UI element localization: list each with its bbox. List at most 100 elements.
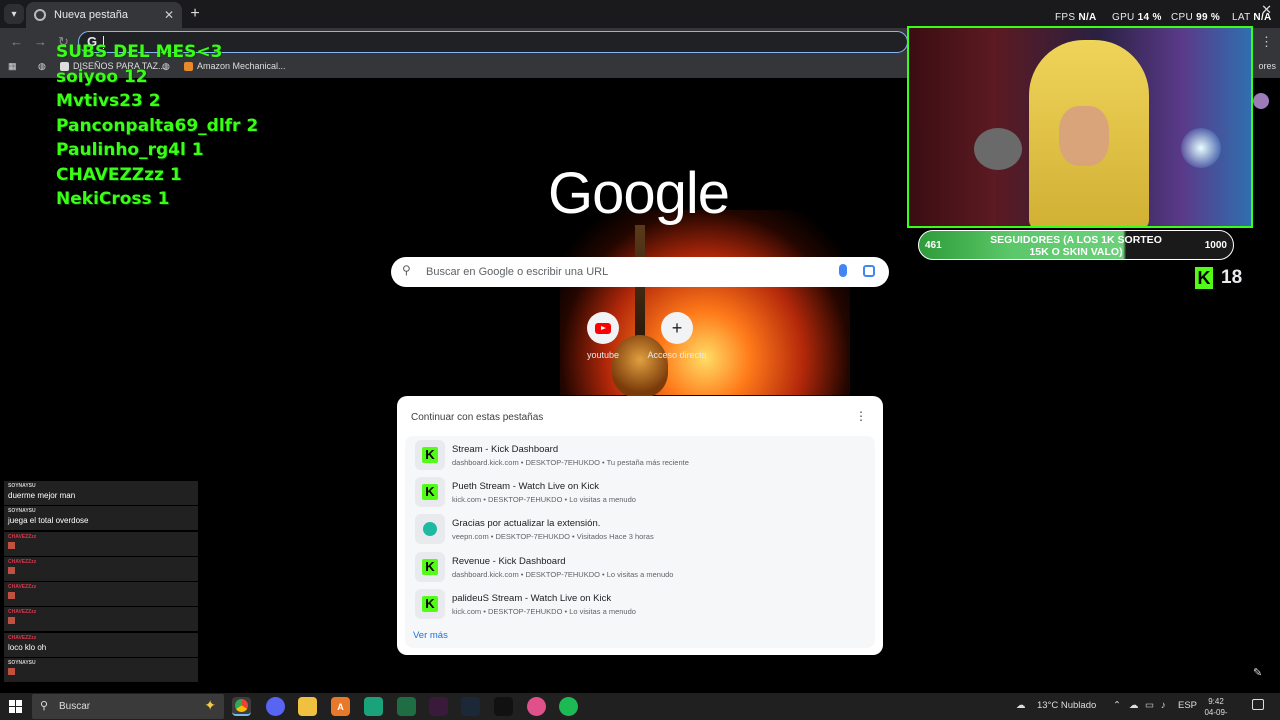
tab-row-meta: kick.com • DESKTOP-7EHUKDO • Lo visitas … — [452, 607, 636, 616]
tab-row-meta: dashboard.kick.com • DESKTOP-7EHUKDO • L… — [452, 570, 674, 579]
viewer-count-value: 18 — [1221, 267, 1243, 288]
tab-row[interactable]: K Revenue - Kick Dashboard dashboard.kic… — [415, 552, 865, 582]
search-icon: ⚲ — [40, 700, 49, 712]
back-icon[interactable]: ← — [10, 34, 23, 49]
chat-username: CHAVEZZzz — [8, 634, 37, 641]
chat-message: CHAVEZZzz — [4, 556, 198, 581]
tab-row[interactable]: K palideuS Stream - Watch Live on Kick k… — [415, 589, 865, 619]
tab-row-meta: dashboard.kick.com • DESKTOP-7EHUKDO • T… — [452, 458, 689, 467]
taskbar-search-label: Buscar — [59, 701, 91, 712]
tab-title: Nueva pestaña — [54, 9, 128, 21]
flame-guitar-background — [560, 210, 850, 395]
chat-text: juega el total overdose — [8, 516, 89, 526]
clock[interactable]: 9:42 04-09-2025 — [1196, 696, 1236, 720]
globe-icon[interactable]: ◍ — [38, 61, 46, 72]
chat-message: SOYNAYSU juega el total overdose — [4, 506, 198, 531]
plus-icon: + — [661, 312, 693, 344]
tab-row-title: Stream - Kick Dashboard — [452, 444, 559, 455]
tab-row[interactable]: K Pueth Stream - Watch Live on Kick kick… — [415, 477, 865, 507]
volume-icon[interactable]: ♪ — [1161, 700, 1166, 711]
microphone-icon[interactable] — [839, 264, 847, 277]
browser-menu-icon[interactable]: ⋮ — [1260, 34, 1273, 50]
card-menu-icon[interactable]: ⋮ — [855, 409, 867, 423]
customize-pencil-icon[interactable]: ✎ — [1253, 666, 1262, 679]
emote-icon — [8, 541, 15, 549]
tab-search-button[interactable]: ▾ — [4, 4, 24, 24]
tab-row-title: Gracias por actualizar la extensión. — [452, 518, 601, 529]
see-more-link[interactable]: Ver más — [413, 630, 448, 641]
spotify-icon[interactable] — [559, 697, 578, 716]
copilot-icon: ✦ — [204, 697, 216, 713]
tab-row-meta: veepn.com • DESKTOP-7EHUKDO • Visitados … — [452, 532, 654, 541]
chat-text: duerme mejor man — [8, 491, 76, 500]
chrome-icon[interactable] — [232, 697, 251, 716]
search-placeholder: Buscar en Google o escribir una URL — [426, 266, 609, 278]
subs-entry: soiyoo 12 — [56, 66, 148, 87]
tab-row[interactable]: Gracias por actualizar la extensión. vee… — [415, 514, 865, 544]
tab-row[interactable]: K Stream - Kick Dashboard dashboard.kick… — [415, 440, 865, 470]
app-icon[interactable] — [527, 697, 546, 716]
chat-message: CHAVEZZzz loco klo oh — [4, 632, 198, 657]
cpu-readout: CPU 99 % — [1171, 12, 1221, 23]
chat-username: CHAVEZZzz — [8, 533, 37, 540]
subs-title: SUBS DEL MES<3 — [56, 42, 223, 62]
excel-icon[interactable] — [397, 697, 416, 716]
onedrive-icon[interactable]: ☁ — [1129, 700, 1139, 711]
new-tab-button[interactable]: + — [186, 5, 204, 23]
chat-message: CHAVEZZzz — [4, 531, 198, 556]
clock-date: 04-09-2025 — [1204, 708, 1228, 720]
emote-icon — [8, 668, 15, 676]
file-explorer-icon[interactable] — [298, 697, 317, 716]
follower-current: 461 — [925, 240, 942, 251]
kick-icon: K — [415, 589, 445, 619]
subs-entry: Mvtivs23 2 — [56, 91, 161, 111]
forward-icon[interactable]: → — [34, 34, 47, 49]
ntp-search-box[interactable]: ⚲ Buscar en Google o escribir una URL — [391, 257, 889, 287]
tab-new-tab[interactable]: Nueva pestaña ✕ — [26, 2, 182, 28]
google-lens-icon[interactable] — [863, 265, 875, 277]
weather-text[interactable]: 13°C Nublado — [1037, 700, 1096, 711]
chat-username: CHAVEZZzz — [8, 584, 37, 591]
profile-avatar[interactable] — [1253, 93, 1269, 109]
chat-message: SOYNAYSU duerme mejor man — [4, 481, 198, 505]
app-icon[interactable] — [429, 697, 448, 716]
steam-icon[interactable] — [461, 697, 480, 716]
weather-icon[interactable]: ☁ — [1016, 700, 1026, 711]
windows-start-icon[interactable] — [9, 700, 22, 713]
shortcut-label: youtube — [586, 350, 620, 360]
close-icon[interactable]: ✕ — [164, 8, 174, 22]
google-logo: Google — [548, 161, 730, 226]
chat-message: CHAVEZZzz — [4, 582, 198, 607]
network-icon[interactable]: ▭ — [1145, 700, 1154, 711]
latency-readout: LAT N/A — [1232, 12, 1272, 23]
emote-icon — [8, 566, 15, 574]
youtube-icon — [587, 312, 619, 344]
light-icon — [1181, 128, 1221, 168]
language-indicator[interactable]: ESP — [1178, 700, 1197, 711]
shortcut-label: Acceso directo — [647, 350, 707, 360]
app-icon[interactable]: A — [331, 697, 350, 716]
apps-icon[interactable]: ▦ — [8, 61, 17, 72]
app-icon[interactable] — [364, 697, 383, 716]
chevron-up-icon[interactable]: ⌃ — [1113, 700, 1121, 711]
microphone-icon — [974, 128, 1022, 170]
subs-entry: NekiCross 1 — [56, 189, 170, 209]
follower-goal-bar: 461 SEGUIDORES (A LOS 1K SORTEO 15K O SK… — [918, 230, 1234, 260]
follower-target: 1000 — [1204, 240, 1227, 251]
subs-entry: Panconpalta69_dlfr 2 — [56, 115, 259, 136]
tab-list: K Stream - Kick Dashboard dashboard.kick… — [405, 436, 875, 648]
chat-username: SOYNAYSU — [8, 483, 36, 489]
epic-games-icon[interactable] — [494, 697, 513, 716]
taskbar-search[interactable]: ⚲ Buscar ✦ — [32, 694, 224, 719]
shortcut-add[interactable]: + Acceso directo — [639, 312, 715, 360]
streamer-face — [1059, 106, 1109, 166]
shortcut-youtube[interactable]: youtube — [565, 312, 641, 360]
discord-icon[interactable] — [266, 697, 285, 716]
follower-goal-label: SEGUIDORES (A LOS 1K SORTEO 15K O SKIN V… — [990, 234, 1162, 258]
bookmarks-overflow[interactable]: ores — [1258, 61, 1276, 71]
kick-icon: K — [415, 477, 445, 507]
continue-tabs-card: Continuar con estas pestañas ⋮ K Stream … — [397, 396, 883, 655]
chat-message: SOYNAYSU — [4, 658, 198, 683]
kick-logo-icon: K — [1195, 267, 1213, 289]
notification-icon[interactable] — [1252, 699, 1264, 710]
